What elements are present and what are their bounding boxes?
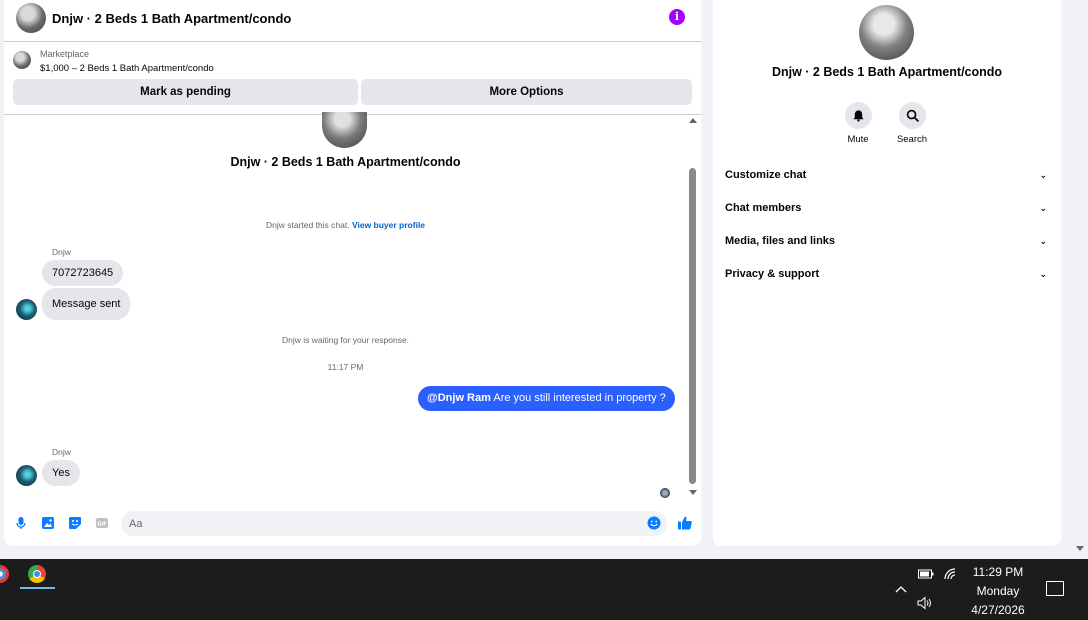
scroll-up-arrow[interactable] xyxy=(689,118,697,123)
message-thread: Dnjw · 2 Beds 1 Bath Apartment/condo Dnj… xyxy=(4,112,687,506)
menu-label: Customize chat xyxy=(725,169,807,181)
sticker-icon[interactable] xyxy=(68,516,82,530)
seen-receipt-avatar xyxy=(660,488,670,498)
taskbar: 11:29 PM Monday 4/27/2026 xyxy=(0,559,1088,620)
svg-text:GIF: GIF xyxy=(97,522,106,528)
chat-title[interactable]: Dnjw · 2 Beds 1 Bath Apartment/condo xyxy=(52,11,291,26)
more-options-button[interactable]: More Options xyxy=(361,79,692,105)
details-avatar[interactable] xyxy=(859,5,914,60)
chat-panel: Dnjw · 2 Beds 1 Bath Apartment/condo i M… xyxy=(4,0,701,546)
menu-label: Privacy & support xyxy=(725,268,820,280)
privacy-support-row[interactable]: Privacy & support ⌄ xyxy=(725,265,1047,283)
media-files-links-row[interactable]: Media, files and links ⌄ xyxy=(725,232,1047,250)
mention-tag[interactable]: @Dnjw Ram xyxy=(427,392,491,404)
menu-label: Media, files and links xyxy=(725,235,836,247)
mute-label: Mute xyxy=(847,134,869,145)
active-app-indicator xyxy=(20,587,55,589)
system-clock[interactable]: 11:29 PM Monday 4/27/2026 xyxy=(955,563,1041,620)
message-sender: Dnjw xyxy=(52,447,71,457)
chat-members-row[interactable]: Chat members ⌄ xyxy=(725,199,1047,217)
message-bubble[interactable]: 7072723645 xyxy=(42,260,124,286)
thread-title: Dnjw · 2 Beds 1 Bath Apartment/condo xyxy=(230,155,461,169)
search-icon xyxy=(906,109,919,122)
sender-avatar[interactable] xyxy=(16,465,37,486)
outgoing-message-bubble[interactable]: @Dnjw Ram Are you still interested in pr… xyxy=(418,386,675,411)
scroll-thumb[interactable] xyxy=(689,168,696,484)
chevron-down-icon: ⌄ xyxy=(1039,268,1047,279)
outgoing-message-text: Are you still interested in property ? xyxy=(493,392,666,404)
message-bubble[interactable]: Message sent xyxy=(42,288,131,320)
chevron-up-icon[interactable] xyxy=(895,584,907,594)
chrome-icon[interactable] xyxy=(28,565,46,583)
chevron-down-icon: ⌄ xyxy=(1039,235,1047,246)
sender-avatar[interactable] xyxy=(16,299,37,320)
clock-day: Monday xyxy=(976,584,1020,598)
message-sender: Dnjw xyxy=(52,247,71,257)
thread-avatar xyxy=(322,112,367,148)
thread-scrollbar[interactable] xyxy=(687,118,699,501)
photo-icon[interactable] xyxy=(41,516,55,530)
message-composer: GIF xyxy=(4,510,701,540)
microphone-icon[interactable] xyxy=(14,516,28,530)
listing-avatar[interactable] xyxy=(16,3,46,33)
gif-icon[interactable]: GIF xyxy=(95,516,109,530)
chat-header: Dnjw · 2 Beds 1 Bath Apartment/condo i xyxy=(4,0,701,42)
chat-started-text: Dnjw started this chat. xyxy=(265,220,350,230)
page-scroll-down-arrow[interactable] xyxy=(1076,546,1084,551)
chat-started-notice: Dnjw started this chat. View buyer profi… xyxy=(4,220,687,230)
search-label: Search xyxy=(896,134,928,145)
battery-icon[interactable] xyxy=(918,568,934,580)
thumbs-up-icon[interactable] xyxy=(677,515,693,531)
message-timestamp: 11:17 PM xyxy=(327,362,364,372)
listing-price-title[interactable]: $1,000 – 2 Beds 1 Bath Apartment/condo xyxy=(40,63,214,74)
chevron-down-icon: ⌄ xyxy=(1039,169,1047,180)
taskbar-app-icon[interactable] xyxy=(0,565,9,583)
info-icon[interactable]: i xyxy=(669,9,685,25)
message-bubble[interactable]: Yes xyxy=(42,460,80,486)
clock-time: 11:29 PM xyxy=(972,565,1024,579)
menu-label: Chat members xyxy=(725,202,802,214)
notification-icon[interactable] xyxy=(1046,581,1064,596)
message-input[interactable] xyxy=(121,511,667,536)
volume-icon[interactable] xyxy=(917,596,933,610)
bell-icon xyxy=(852,110,864,122)
view-buyer-profile-link[interactable]: View buyer profile xyxy=(352,220,425,230)
details-title: Dnjw · 2 Beds 1 Bath Apartment/condo xyxy=(771,65,1003,79)
clock-date: 4/27/2026 xyxy=(971,603,1025,617)
search-button[interactable]: Search xyxy=(892,102,932,145)
marketplace-label: Marketplace xyxy=(40,49,90,59)
marketplace-listing-bar: Marketplace $1,000 – 2 Beds 1 Bath Apart… xyxy=(4,43,701,115)
listing-thumbnail[interactable] xyxy=(13,51,31,69)
emoji-icon[interactable] xyxy=(647,516,661,530)
chevron-down-icon: ⌄ xyxy=(1039,202,1047,213)
chat-details-panel: Dnjw · 2 Beds 1 Bath Apartment/condo Mut… xyxy=(713,0,1061,546)
mute-button[interactable]: Mute xyxy=(838,102,878,145)
scroll-down-arrow[interactable] xyxy=(689,490,697,495)
waiting-notice: Dnjw is waiting for your response. xyxy=(281,335,410,345)
customize-chat-row[interactable]: Customize chat ⌄ xyxy=(725,166,1047,184)
mark-as-pending-button[interactable]: Mark as pending xyxy=(13,79,358,105)
